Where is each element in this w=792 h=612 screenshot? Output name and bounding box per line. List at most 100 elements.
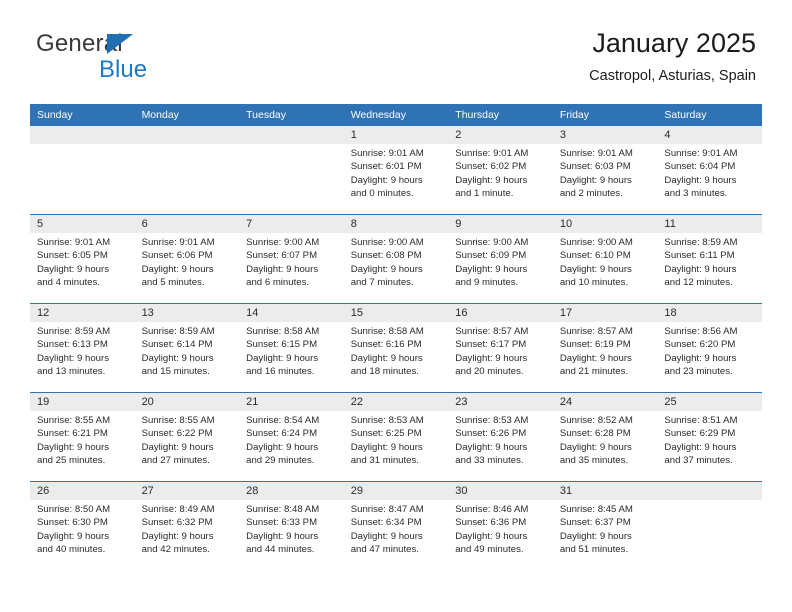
- day-cell[interactable]: 16 Sunrise: 8:57 AM Sunset: 6:17 PM Dayligh…: [448, 304, 553, 392]
- day-cell-empty: [30, 126, 135, 214]
- day-cell[interactable]: 2 Sunrise: 9:01 AM Sunset: 6:02 PM Daylight…: [448, 126, 553, 214]
- weekday-header-saturday: Saturday: [664, 109, 707, 121]
- daylight-text: Daylight: 9 hours and 6 minutes.: [246, 263, 319, 289]
- sunset-text: Sunset: 6:28 PM: [559, 428, 631, 440]
- day-number: 31: [559, 485, 573, 497]
- daylight-text: Daylight: 9 hours and 35 minutes.: [559, 441, 632, 467]
- day-cell[interactable]: 31 Sunrise: 8:45 AM Sunset: 6:37 PM Dayligh…: [552, 482, 658, 570]
- day-cell-empty: [657, 482, 762, 570]
- sunset-text: Sunset: 6:36 PM: [455, 517, 527, 529]
- day-cell[interactable]: 22 Sunrise: 8:53 AM Sunset: 6:25 PM Dayligh…: [343, 393, 449, 481]
- sunset-text: Sunset: 6:16 PM: [350, 339, 422, 351]
- day-cell[interactable]: 6 Sunrise: 9:01 AM Sunset: 6:06 PM Daylight…: [134, 215, 240, 303]
- daylight-text: Daylight: 9 hours and 18 minutes.: [350, 352, 423, 378]
- day-cell[interactable]: 26 Sunrise: 8:50 AM Sunset: 6:30 PM Dayligh…: [30, 482, 135, 570]
- day-cell[interactable]: 19 Sunrise: 8:55 AM Sunset: 6:21 PM Dayligh…: [30, 393, 135, 481]
- day-cell[interactable]: 25 Sunrise: 8:51 AM Sunset: 6:29 PM Dayligh…: [657, 393, 762, 481]
- day-info: Sunrise: 8:59 AM Sunset: 6:11 PM Daylight:…: [664, 236, 755, 290]
- day-cell[interactable]: 17 Sunrise: 8:57 AM Sunset: 6:19 PM Dayligh…: [552, 304, 658, 392]
- sunset-text: Sunset: 6:21 PM: [37, 428, 108, 440]
- day-number: 4: [664, 129, 671, 141]
- daylight-text: Daylight: 9 hours and 3 minutes.: [664, 174, 737, 200]
- daylight-text: Daylight: 9 hours and 2 minutes.: [559, 174, 632, 200]
- sunset-text: Sunset: 6:34 PM: [350, 517, 422, 529]
- day-cell[interactable]: 23 Sunrise: 8:53 AM Sunset: 6:26 PM Dayligh…: [448, 393, 553, 481]
- day-cell[interactable]: 7 Sunrise: 9:00 AM Sunset: 6:07 PM Daylight…: [239, 215, 344, 303]
- day-number: 11: [664, 218, 676, 230]
- sunrise-text: Sunrise: 8:59 AM: [141, 326, 215, 337]
- day-cell[interactable]: 18 Sunrise: 8:56 AM Sunset: 6:20 PM Dayligh…: [657, 304, 762, 392]
- day-cell[interactable]: 9 Sunrise: 9:00 AM Sunset: 6:09 PM Daylight…: [448, 215, 553, 303]
- calendar-weeks: 1 Sunrise: 9:01 AM Sunset: 6:01 PM Daylight…: [30, 126, 762, 570]
- sunset-text: Sunset: 6:01 PM: [350, 161, 422, 173]
- day-cell[interactable]: 5 Sunrise: 9:01 AM Sunset: 6:05 PM Daylight…: [30, 215, 135, 303]
- calendar-grid: Sunday Monday Tuesday Wednesday Thursday Frid…: [30, 104, 762, 570]
- day-info: Sunrise: 8:45 AM Sunset: 6:37 PM Daylight:…: [560, 503, 651, 557]
- day-info: Sunrise: 8:57 AM Sunset: 6:17 PM Daylight:…: [455, 325, 546, 379]
- day-cell[interactable]: 12 Sunrise: 8:59 AM Sunset: 6:13 PM Dayligh…: [30, 304, 135, 392]
- brand-name-bottom: Blue: [99, 56, 148, 83]
- day-cell[interactable]: 27 Sunrise: 8:49 AM Sunset: 6:32 PM Dayligh…: [134, 482, 240, 570]
- calendar-week-row: 12 Sunrise: 8:59 AM Sunset: 6:13 PM Dayligh…: [30, 303, 762, 392]
- day-info: Sunrise: 8:57 AM Sunset: 6:19 PM Daylight:…: [560, 325, 651, 379]
- day-cell[interactable]: 1 Sunrise: 9:01 AM Sunset: 6:01 PM Daylight…: [343, 126, 449, 214]
- day-info: Sunrise: 8:51 AM Sunset: 6:29 PM Daylight:…: [664, 414, 755, 468]
- sunrise-text: Sunrise: 9:01 AM: [559, 148, 633, 159]
- day-cell[interactable]: 11 Sunrise: 8:59 AM Sunset: 6:11 PM Dayligh…: [657, 215, 762, 303]
- day-cell[interactable]: 13 Sunrise: 8:59 AM Sunset: 6:14 PM Dayligh…: [134, 304, 240, 392]
- day-number: 19: [37, 396, 50, 408]
- day-number: 16: [455, 307, 468, 319]
- day-cell[interactable]: 14 Sunrise: 8:58 AM Sunset: 6:15 PM Dayligh…: [239, 304, 344, 392]
- sunrise-text: Sunrise: 8:55 AM: [141, 415, 215, 426]
- day-number: [246, 126, 337, 144]
- day-cell[interactable]: 24 Sunrise: 8:52 AM Sunset: 6:28 PM Dayligh…: [552, 393, 658, 481]
- day-info: Sunrise: 8:53 AM Sunset: 6:26 PM Daylight:…: [455, 414, 546, 468]
- daylight-text: Daylight: 9 hours and 10 minutes.: [559, 263, 632, 289]
- sunrise-text: Sunrise: 9:01 AM: [350, 148, 424, 159]
- brand-logo[interactable]: General Blue: [36, 32, 256, 92]
- daylight-text: Daylight: 9 hours and 12 minutes.: [664, 263, 737, 289]
- day-cell[interactable]: 4 Sunrise: 9:01 AM Sunset: 6:04 PM Daylight…: [657, 126, 762, 214]
- day-cell[interactable]: 10 Sunrise: 9:00 AM Sunset: 6:10 PM Dayligh…: [552, 215, 658, 303]
- sunset-text: Sunset: 6:37 PM: [559, 517, 631, 529]
- day-cell[interactable]: 3 Sunrise: 9:01 AM Sunset: 6:03 PM Daylight…: [552, 126, 658, 214]
- day-cell[interactable]: 15 Sunrise: 8:58 AM Sunset: 6:16 PM Dayligh…: [343, 304, 449, 392]
- day-info: Sunrise: 8:56 AM Sunset: 6:20 PM Daylight:…: [664, 325, 755, 379]
- day-info: Sunrise: 8:49 AM Sunset: 6:32 PM Daylight:…: [142, 503, 233, 557]
- day-number: 28: [246, 485, 259, 497]
- day-number: [37, 126, 128, 144]
- weekday-header-wednesday: Wednesday: [350, 109, 406, 121]
- daylight-text: Daylight: 9 hours and 9 minutes.: [455, 263, 528, 289]
- day-number: 23: [455, 396, 468, 408]
- day-number: 21: [246, 396, 259, 408]
- day-cell[interactable]: 20 Sunrise: 8:55 AM Sunset: 6:22 PM Dayligh…: [134, 393, 240, 481]
- sunset-text: Sunset: 6:15 PM: [246, 339, 318, 351]
- sunrise-text: Sunrise: 8:56 AM: [664, 326, 738, 337]
- day-info: Sunrise: 8:53 AM Sunset: 6:25 PM Daylight:…: [351, 414, 442, 468]
- day-cell[interactable]: 8 Sunrise: 9:00 AM Sunset: 6:08 PM Daylight…: [343, 215, 449, 303]
- day-info: Sunrise: 9:01 AM Sunset: 6:02 PM Daylight:…: [455, 147, 546, 201]
- day-info: Sunrise: 9:01 AM Sunset: 6:01 PM Daylight:…: [351, 147, 442, 201]
- day-number: 24: [559, 396, 573, 408]
- day-info: Sunrise: 8:55 AM Sunset: 6:21 PM Daylight:…: [37, 414, 128, 468]
- day-cell[interactable]: 30 Sunrise: 8:46 AM Sunset: 6:36 PM Dayligh…: [448, 482, 553, 570]
- sunset-text: Sunset: 6:07 PM: [246, 250, 318, 262]
- sunrise-text: Sunrise: 8:57 AM: [455, 326, 529, 337]
- day-info: Sunrise: 8:58 AM Sunset: 6:16 PM Daylight:…: [351, 325, 442, 379]
- day-cell[interactable]: 28 Sunrise: 8:48 AM Sunset: 6:33 PM Dayligh…: [239, 482, 344, 570]
- calendar-page: General Blue January 2025 Castropol, Ast…: [0, 0, 792, 612]
- sunset-text: Sunset: 6:25 PM: [350, 428, 422, 440]
- sunset-text: Sunset: 6:33 PM: [246, 517, 318, 529]
- daylight-text: Daylight: 9 hours and 42 minutes.: [141, 530, 214, 556]
- daylight-text: Daylight: 9 hours and 31 minutes.: [350, 441, 423, 467]
- day-info: Sunrise: 9:01 AM Sunset: 6:03 PM Daylight:…: [560, 147, 651, 201]
- sunrise-text: Sunrise: 9:01 AM: [455, 148, 529, 159]
- day-number: 12: [37, 307, 50, 319]
- sunrise-text: Sunrise: 8:57 AM: [559, 326, 633, 337]
- day-info: Sunrise: 9:01 AM Sunset: 6:05 PM Daylight:…: [37, 236, 128, 290]
- day-cell[interactable]: 21 Sunrise: 8:54 AM Sunset: 6:24 PM Dayligh…: [239, 393, 344, 481]
- daylight-text: Daylight: 9 hours and 33 minutes.: [455, 441, 528, 467]
- sunset-text: Sunset: 6:19 PM: [559, 339, 631, 351]
- day-cell[interactable]: 29 Sunrise: 8:47 AM Sunset: 6:34 PM Dayligh…: [343, 482, 449, 570]
- day-number: 3: [559, 129, 566, 141]
